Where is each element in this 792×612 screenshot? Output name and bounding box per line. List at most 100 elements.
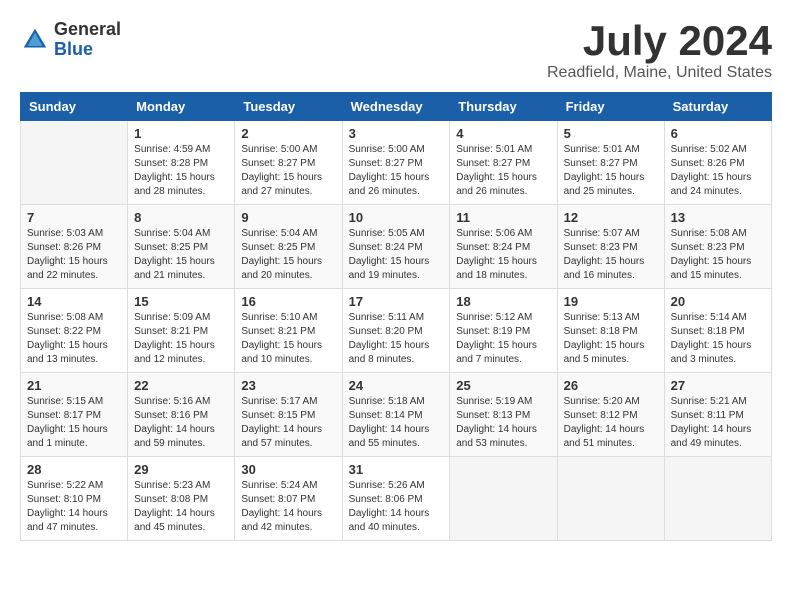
day-number: 5 (564, 126, 658, 141)
day-number: 20 (671, 294, 765, 309)
calendar-week-2: 7Sunrise: 5:03 AM Sunset: 8:26 PM Daylig… (21, 205, 772, 289)
day-info: Sunrise: 5:13 AM Sunset: 8:18 PM Dayligh… (564, 311, 658, 367)
calendar-cell: 15 Sunrise: 5:09 AM Sunset: 8:21 PM Dayli… (128, 289, 235, 373)
day-number: 25 (456, 378, 550, 393)
day-info: Sunrise: 5:02 AM Sunset: 8:26 PM Dayligh… (671, 143, 765, 199)
day-info: Sunrise: 5:01 AM Sunset: 8:27 PM Dayligh… (564, 143, 658, 199)
day-number: 8 (134, 210, 228, 225)
calendar-cell: 2 Sunrise: 5:00 AM Sunset: 8:27 PM Daylig… (235, 121, 342, 205)
day-number: 14 (27, 294, 121, 309)
calendar-cell: 18Sunrise: 5:12 AM Sunset: 8:19 PM Dayli… (450, 289, 557, 373)
calendar-cell: 9 Sunrise: 5:04 AM Sunset: 8:25 PM Daylig… (235, 205, 342, 289)
day-info: Sunrise: 5:11 AM Sunset: 8:20 PM Dayligh… (349, 311, 444, 367)
day-info: Sunrise: 5:14 AM Sunset: 8:18 PM Dayligh… (671, 311, 765, 367)
calendar-cell (450, 457, 557, 541)
logo-icon (20, 25, 50, 55)
day-info: Sunrise: 5:12 AM Sunset: 8:19 PM Dayligh… (456, 311, 550, 367)
calendar-cell: 19 Sunrise: 5:13 AM Sunset: 8:18 PM Dayli… (557, 289, 664, 373)
calendar-header-monday: Monday (128, 93, 235, 121)
day-info: Sunrise: 5:08 AM Sunset: 8:22 PM Dayligh… (27, 311, 121, 367)
calendar-cell: 30 Sunrise: 5:24 AM Sunset: 8:07 PM Dayli… (235, 457, 342, 541)
day-info: Sunrise: 5:09 AM Sunset: 8:21 PM Dayligh… (134, 311, 228, 367)
calendar-cell: 6 Sunrise: 5:02 AM Sunset: 8:26 PM Daylig… (664, 121, 771, 205)
calendar-cell: 16Sunrise: 5:10 AM Sunset: 8:21 PM Dayli… (235, 289, 342, 373)
day-number: 31 (349, 462, 444, 477)
calendar-table: SundayMondayTuesdayWednesdayThursdayFrid… (20, 92, 772, 541)
day-number: 29 (134, 462, 228, 477)
day-info: Sunrise: 5:18 AM Sunset: 8:14 PM Dayligh… (349, 395, 444, 451)
day-info: Sunrise: 5:06 AM Sunset: 8:24 PM Dayligh… (456, 227, 550, 283)
calendar-cell: 7Sunrise: 5:03 AM Sunset: 8:26 PM Daylig… (21, 205, 128, 289)
day-number: 23 (241, 378, 335, 393)
day-number: 30 (241, 462, 335, 477)
calendar-cell: 5 Sunrise: 5:01 AM Sunset: 8:27 PM Daylig… (557, 121, 664, 205)
day-info: Sunrise: 5:00 AM Sunset: 8:27 PM Dayligh… (241, 143, 335, 199)
calendar-cell: 20 Sunrise: 5:14 AM Sunset: 8:18 PM Dayli… (664, 289, 771, 373)
calendar-cell: 1Sunrise: 4:59 AM Sunset: 8:28 PM Daylig… (128, 121, 235, 205)
day-number: 28 (27, 462, 121, 477)
calendar-cell: 29 Sunrise: 5:23 AM Sunset: 8:08 PM Dayli… (128, 457, 235, 541)
day-number: 2 (241, 126, 335, 141)
calendar-cell: 3 Sunrise: 5:00 AM Sunset: 8:27 PM Daylig… (342, 121, 450, 205)
page-header: General Blue July 2024 Readfield, Maine,… (20, 20, 772, 82)
logo-general: General (54, 19, 121, 39)
logo-text: General Blue (54, 20, 121, 60)
day-info: Sunrise: 5:08 AM Sunset: 8:23 PM Dayligh… (671, 227, 765, 283)
calendar-cell: 24Sunrise: 5:18 AM Sunset: 8:14 PM Dayli… (342, 373, 450, 457)
day-number: 6 (671, 126, 765, 141)
month-title: July 2024 (547, 20, 772, 62)
calendar-cell: 22Sunrise: 5:16 AM Sunset: 8:16 PM Dayli… (128, 373, 235, 457)
day-number: 4 (456, 126, 550, 141)
day-info: Sunrise: 5:20 AM Sunset: 8:12 PM Dayligh… (564, 395, 658, 451)
calendar-cell (557, 457, 664, 541)
day-info: Sunrise: 5:05 AM Sunset: 8:24 PM Dayligh… (349, 227, 444, 283)
calendar-header-saturday: Saturday (664, 93, 771, 121)
day-number: 15 (134, 294, 228, 309)
calendar-cell: 28 Sunrise: 5:22 AM Sunset: 8:10 PM Dayli… (21, 457, 128, 541)
day-info: Sunrise: 5:26 AM Sunset: 8:06 PM Dayligh… (349, 479, 444, 535)
day-info: Sunrise: 5:17 AM Sunset: 8:15 PM Dayligh… (241, 395, 335, 451)
day-info: Sunrise: 5:19 AM Sunset: 8:13 PM Dayligh… (456, 395, 550, 451)
calendar-cell: 31 Sunrise: 5:26 AM Sunset: 8:06 PM Dayli… (342, 457, 450, 541)
calendar-week-5: 28 Sunrise: 5:22 AM Sunset: 8:10 PM Dayli… (21, 457, 772, 541)
day-info: Sunrise: 5:07 AM Sunset: 8:23 PM Dayligh… (564, 227, 658, 283)
calendar-cell: 14 Sunrise: 5:08 AM Sunset: 8:22 PM Dayli… (21, 289, 128, 373)
day-number: 21 (27, 378, 121, 393)
calendar-cell: 17 Sunrise: 5:11 AM Sunset: 8:20 PM Dayli… (342, 289, 450, 373)
day-info: Sunrise: 5:15 AM Sunset: 8:17 PM Dayligh… (27, 395, 121, 451)
day-number: 17 (349, 294, 444, 309)
day-info: Sunrise: 5:24 AM Sunset: 8:07 PM Dayligh… (241, 479, 335, 535)
day-info: Sunrise: 5:04 AM Sunset: 8:25 PM Dayligh… (241, 227, 335, 283)
day-info: Sunrise: 5:04 AM Sunset: 8:25 PM Dayligh… (134, 227, 228, 283)
day-info: Sunrise: 5:00 AM Sunset: 8:27 PM Dayligh… (349, 143, 444, 199)
calendar-cell: 10 Sunrise: 5:05 AM Sunset: 8:24 PM Dayli… (342, 205, 450, 289)
day-number: 27 (671, 378, 765, 393)
calendar-week-3: 14 Sunrise: 5:08 AM Sunset: 8:22 PM Dayli… (21, 289, 772, 373)
calendar-header-thursday: Thursday (450, 93, 557, 121)
day-number: 9 (241, 210, 335, 225)
logo: General Blue (20, 20, 121, 60)
calendar-cell: 23 Sunrise: 5:17 AM Sunset: 8:15 PM Dayli… (235, 373, 342, 457)
calendar-cell: 26 Sunrise: 5:20 AM Sunset: 8:12 PM Dayli… (557, 373, 664, 457)
day-number: 19 (564, 294, 658, 309)
day-info: Sunrise: 5:23 AM Sunset: 8:08 PM Dayligh… (134, 479, 228, 535)
day-number: 3 (349, 126, 444, 141)
calendar-cell: 21 Sunrise: 5:15 AM Sunset: 8:17 PM Dayli… (21, 373, 128, 457)
calendar-cell: 8 Sunrise: 5:04 AM Sunset: 8:25 PM Daylig… (128, 205, 235, 289)
calendar-week-1: 1Sunrise: 4:59 AM Sunset: 8:28 PM Daylig… (21, 121, 772, 205)
day-info: Sunrise: 5:21 AM Sunset: 8:11 PM Dayligh… (671, 395, 765, 451)
calendar-cell (664, 457, 771, 541)
day-number: 12 (564, 210, 658, 225)
day-number: 11 (456, 210, 550, 225)
day-number: 16 (241, 294, 335, 309)
calendar-header-friday: Friday (557, 93, 664, 121)
location: Readfield, Maine, United States (547, 64, 772, 82)
day-info: Sunrise: 5:22 AM Sunset: 8:10 PM Dayligh… (27, 479, 121, 535)
day-number: 10 (349, 210, 444, 225)
day-number: 1 (134, 126, 228, 141)
calendar-cell: 25 Sunrise: 5:19 AM Sunset: 8:13 PM Dayli… (450, 373, 557, 457)
day-number: 26 (564, 378, 658, 393)
calendar-header-tuesday: Tuesday (235, 93, 342, 121)
day-info: Sunrise: 5:16 AM Sunset: 8:16 PM Dayligh… (134, 395, 228, 451)
calendar-cell (21, 121, 128, 205)
